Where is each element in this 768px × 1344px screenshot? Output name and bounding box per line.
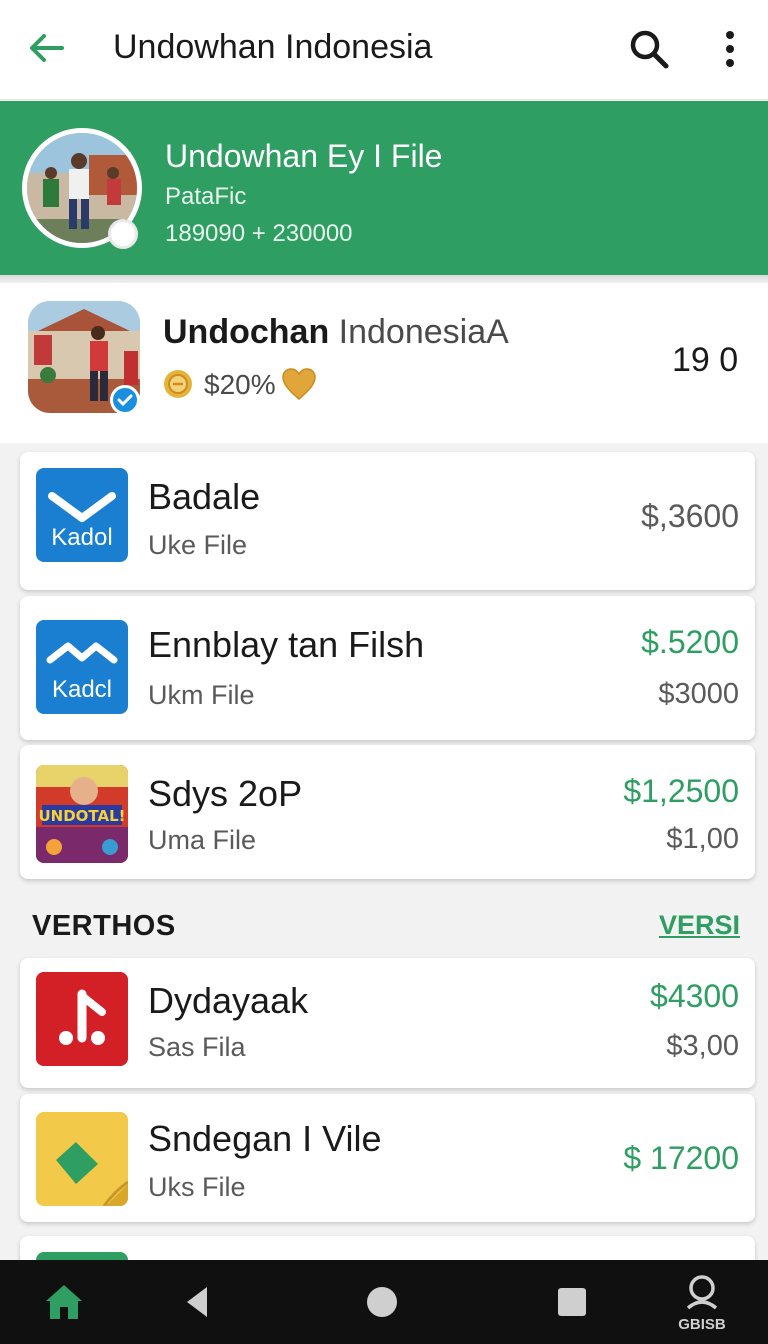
- item-sub: Ukm File: [148, 680, 255, 710]
- item-price: $4300: [650, 978, 739, 1014]
- featured-name: Undochan IndonesiaA: [163, 313, 509, 352]
- item-price: $ 17200: [623, 1140, 739, 1176]
- profile-name: Undowhan Ey I File: [165, 138, 443, 174]
- profile-stats: 189090 + 230000: [165, 220, 353, 247]
- section-title: VERTHOS: [32, 910, 176, 942]
- kadcl-app-icon: Kadcl: [36, 620, 128, 714]
- item-price: $1,2500: [623, 773, 739, 809]
- profile-header: Undowhan Ey I File PataFic 189090 + 2300…: [0, 101, 768, 275]
- arrow-back-icon[interactable]: [24, 26, 68, 70]
- item-name: Dydayaak: [148, 980, 309, 1021]
- item-name: Badale: [148, 476, 261, 517]
- kadol-app-icon: Kadol: [36, 468, 128, 562]
- coin-icon: [163, 369, 193, 399]
- nav-home-circle-icon[interactable]: [354, 1274, 410, 1330]
- more-vert-icon[interactable]: [708, 26, 752, 72]
- account-label: GBISB: [678, 1316, 726, 1333]
- featured-percent: $20%: [204, 369, 276, 400]
- svg-text:UNDOTAL!: UNDOTAL!: [38, 807, 125, 825]
- featured-name-bold: Undochan: [163, 313, 330, 351]
- item-name: Ennblay tan Filsh: [148, 624, 425, 665]
- home-icon[interactable]: [36, 1274, 92, 1330]
- item-price-secondary: $3000: [658, 678, 739, 710]
- item-sub: Uke File: [148, 530, 248, 560]
- item-name: Sdys 2oP: [148, 773, 303, 814]
- item-sub: Sas Fila: [148, 1032, 246, 1062]
- status-dot: [108, 219, 138, 249]
- item-sub: Uks File: [148, 1172, 246, 1202]
- yellow-app-icon: [36, 1112, 128, 1206]
- nav-recents-icon[interactable]: [544, 1274, 600, 1330]
- search-icon[interactable]: [626, 26, 672, 72]
- section-link[interactable]: VERSI: [659, 910, 740, 941]
- app-bar: Undowhan Indonesia: [0, 0, 768, 100]
- heart-icon[interactable]: [281, 367, 317, 401]
- profile-subtitle: PataFic: [165, 183, 247, 210]
- featured-app-row[interactable]: Undochan IndonesiaA $20% 19 0: [0, 283, 768, 443]
- item-sub: Uma File: [148, 825, 257, 855]
- verified-badge-icon: [110, 385, 140, 415]
- icon-label: Kadol: [51, 524, 113, 551]
- icon-label: Kadcl: [51, 676, 113, 703]
- item-price: $,3600: [641, 498, 739, 534]
- item-price-secondary: $3,00: [666, 1030, 739, 1062]
- list-item[interactable]: Sndegan I Vile Uks File $ 17200: [20, 1094, 755, 1222]
- red-app-icon: [36, 972, 128, 1066]
- item-price: $.5200: [641, 624, 739, 660]
- account-icon[interactable]: [674, 1264, 730, 1320]
- nav-back-icon[interactable]: [168, 1274, 224, 1330]
- page-title: Undowhan Indonesia: [113, 28, 433, 66]
- item-name: Sndegan I Vile: [148, 1118, 382, 1159]
- featured-name-light: IndonesiaA: [329, 313, 509, 351]
- list-item[interactable]: Kadol Badale Uke File $,3600: [20, 452, 755, 590]
- list-item[interactable]: UNDOTAL! Sdys 2oP Uma File $1,2500 $1,00: [20, 745, 755, 879]
- poster-app-icon: UNDOTAL!: [36, 765, 128, 863]
- list-item[interactable]: Kadcl Ennblay tan Filsh Ukm File $.5200 …: [20, 596, 755, 740]
- item-price-secondary: $1,00: [666, 823, 739, 855]
- featured-count: 19 0: [672, 341, 739, 379]
- bottom-nav: GBISB: [0, 1260, 768, 1344]
- divider: [0, 275, 768, 283]
- list-item[interactable]: Dydayaak Sas Fila $4300 $3,00: [20, 958, 755, 1088]
